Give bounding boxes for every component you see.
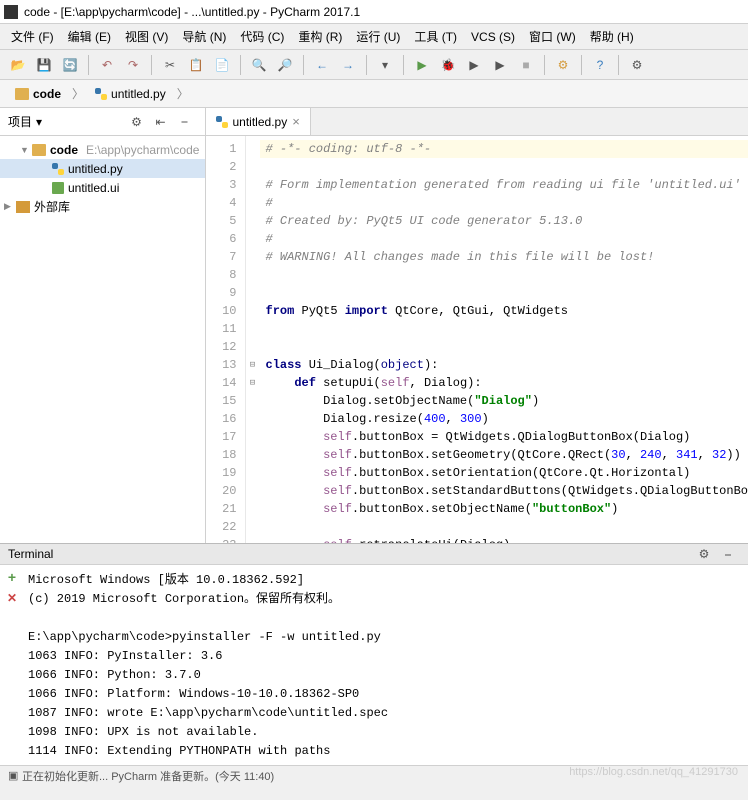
tree-root-path: E:\app\pycharm\code	[86, 143, 199, 157]
line-gutter: 1234567891011121314151617181920212223	[206, 136, 246, 543]
structure-icon[interactable]: ⚙	[551, 53, 575, 77]
menu-item[interactable]: 文件 (F)	[6, 25, 59, 48]
gear-icon[interactable]: ⚙	[692, 542, 716, 566]
tree-file-label: untitled.ui	[68, 181, 119, 195]
stop-icon[interactable]: ■	[514, 53, 538, 77]
redo-icon[interactable]: ↷	[121, 53, 145, 77]
statusbar: ▣ 正在初始化更新... PyCharm 准备更新。(今天 11:40)	[0, 765, 748, 785]
terminal-header: Terminal ⚙ ⎯	[0, 543, 748, 565]
chevron-right-icon: ▶	[4, 201, 12, 212]
replace-icon[interactable]: 🔎	[273, 53, 297, 77]
tree-file-py[interactable]: untitled.py	[0, 159, 205, 178]
menu-item[interactable]: 代码 (C)	[235, 25, 289, 48]
app-icon	[4, 5, 18, 19]
python-icon	[52, 163, 64, 175]
tree-file-label: untitled.py	[68, 162, 123, 176]
chevron-down-icon: ▼	[20, 145, 28, 155]
forward-icon[interactable]: →	[336, 53, 360, 77]
code-content[interactable]: # -*- coding: utf-8 -*-# Form implementa…	[260, 136, 748, 543]
save-icon[interactable]: 💾	[32, 53, 56, 77]
python-icon	[95, 88, 107, 100]
chevron-right-icon: 〉	[177, 85, 189, 102]
breadcrumb-folder-label: code	[33, 87, 61, 101]
terminal-content[interactable]: Microsoft Windows [版本 10.0.18362.592] (c…	[24, 565, 748, 765]
library-icon	[16, 201, 30, 213]
project-sidebar: 项目 ▾ ⚙ ⇤ ⎯ ▼ code E:\app\pycharm\code un…	[0, 108, 206, 543]
menu-item[interactable]: 编辑 (E)	[63, 25, 116, 48]
menu-item[interactable]: 窗口 (W)	[524, 25, 581, 48]
editor-tab-label: untitled.py	[233, 115, 288, 129]
menu-item[interactable]: 运行 (U)	[351, 25, 405, 48]
tree-root-label: code	[50, 143, 78, 157]
tree-file-ui[interactable]: untitled.ui	[0, 178, 205, 197]
chevron-right-icon: 〉	[72, 85, 84, 102]
ui-file-icon	[52, 182, 64, 194]
settings-icon[interactable]: ⚙	[625, 53, 649, 77]
titlebar: code - [E:\app\pycharm\code] - ...\untit…	[0, 0, 748, 24]
open-icon[interactable]: 📂	[6, 53, 30, 77]
menubar: 文件 (F)编辑 (E)视图 (V)导航 (N)代码 (C)重构 (R)运行 (…	[0, 24, 748, 50]
python-icon	[216, 116, 228, 128]
breadcrumb-file[interactable]: untitled.py	[86, 84, 175, 104]
close-icon[interactable]: ×	[292, 114, 300, 129]
hide-icon[interactable]: ⎯	[716, 542, 740, 566]
fold-column[interactable]: ⊟⊟	[246, 136, 260, 543]
breadcrumb-folder[interactable]: code	[6, 84, 70, 104]
project-tree: ▼ code E:\app\pycharm\code untitled.py u…	[0, 136, 205, 220]
run-icon[interactable]: ▶	[410, 53, 434, 77]
code-editor[interactable]: 1234567891011121314151617181920212223 ⊟⊟…	[206, 136, 748, 543]
run-config-icon[interactable]: ▾	[373, 53, 397, 77]
menu-item[interactable]: 重构 (R)	[293, 25, 347, 48]
profile-icon[interactable]: ▶	[488, 53, 512, 77]
terminal-title: Terminal	[8, 547, 53, 561]
menu-item[interactable]: VCS (S)	[466, 27, 520, 47]
breadcrumb-file-label: untitled.py	[111, 87, 166, 101]
project-panel-header: 项目 ▾ ⚙ ⇤ ⎯	[0, 108, 205, 136]
menu-item[interactable]: 工具 (T)	[409, 25, 462, 48]
project-panel-title: 项目	[8, 113, 32, 130]
tree-external-libs[interactable]: ▶ 外部库	[0, 197, 205, 216]
editor-tab[interactable]: untitled.py ×	[206, 108, 311, 135]
back-icon[interactable]: ←	[310, 53, 334, 77]
menu-item[interactable]: 视图 (V)	[120, 25, 173, 48]
paste-icon[interactable]: 📄	[210, 53, 234, 77]
breadcrumb: code 〉 untitled.py 〉	[0, 80, 748, 108]
menu-item[interactable]: 帮助 (H)	[585, 25, 639, 48]
help-icon[interactable]: ?	[588, 53, 612, 77]
coverage-icon[interactable]: ▶	[462, 53, 486, 77]
debug-icon[interactable]: 🐞	[436, 53, 460, 77]
copy-icon[interactable]: 📋	[184, 53, 208, 77]
cut-icon[interactable]: ✂	[158, 53, 182, 77]
terminal-add-button[interactable]: +	[8, 569, 16, 585]
window-title: code - [E:\app\pycharm\code] - ...\untit…	[24, 5, 360, 19]
hide-icon[interactable]: ⎯	[173, 110, 197, 134]
terminal-close-button[interactable]: ✕	[7, 591, 17, 605]
tree-root[interactable]: ▼ code E:\app\pycharm\code	[0, 140, 205, 159]
folder-icon	[32, 144, 46, 156]
collapse-icon[interactable]: ⇤	[149, 110, 173, 134]
folder-icon	[15, 88, 29, 100]
tree-external-label: 外部库	[34, 198, 70, 215]
find-icon[interactable]: 🔍	[247, 53, 271, 77]
gear-icon[interactable]: ⚙	[125, 110, 149, 134]
editor-tabs: untitled.py ×	[206, 108, 748, 136]
terminal-panel: + ✕ Microsoft Windows [版本 10.0.18362.592…	[0, 565, 748, 765]
toolbar: 📂 💾 🔄 ↶ ↷ ✂ 📋 📄 🔍 🔎 ← → ▾ ▶ 🐞 ▶ ▶ ■ ⚙ ? …	[0, 50, 748, 80]
sync-icon[interactable]: 🔄	[58, 53, 82, 77]
editor-area: untitled.py × 12345678910111213141516171…	[206, 108, 748, 543]
menu-item[interactable]: 导航 (N)	[177, 25, 231, 48]
undo-icon[interactable]: ↶	[95, 53, 119, 77]
terminal-side-controls: + ✕	[0, 565, 24, 765]
status-text: 正在初始化更新... PyCharm 准备更新。(今天 11:40)	[22, 768, 274, 784]
